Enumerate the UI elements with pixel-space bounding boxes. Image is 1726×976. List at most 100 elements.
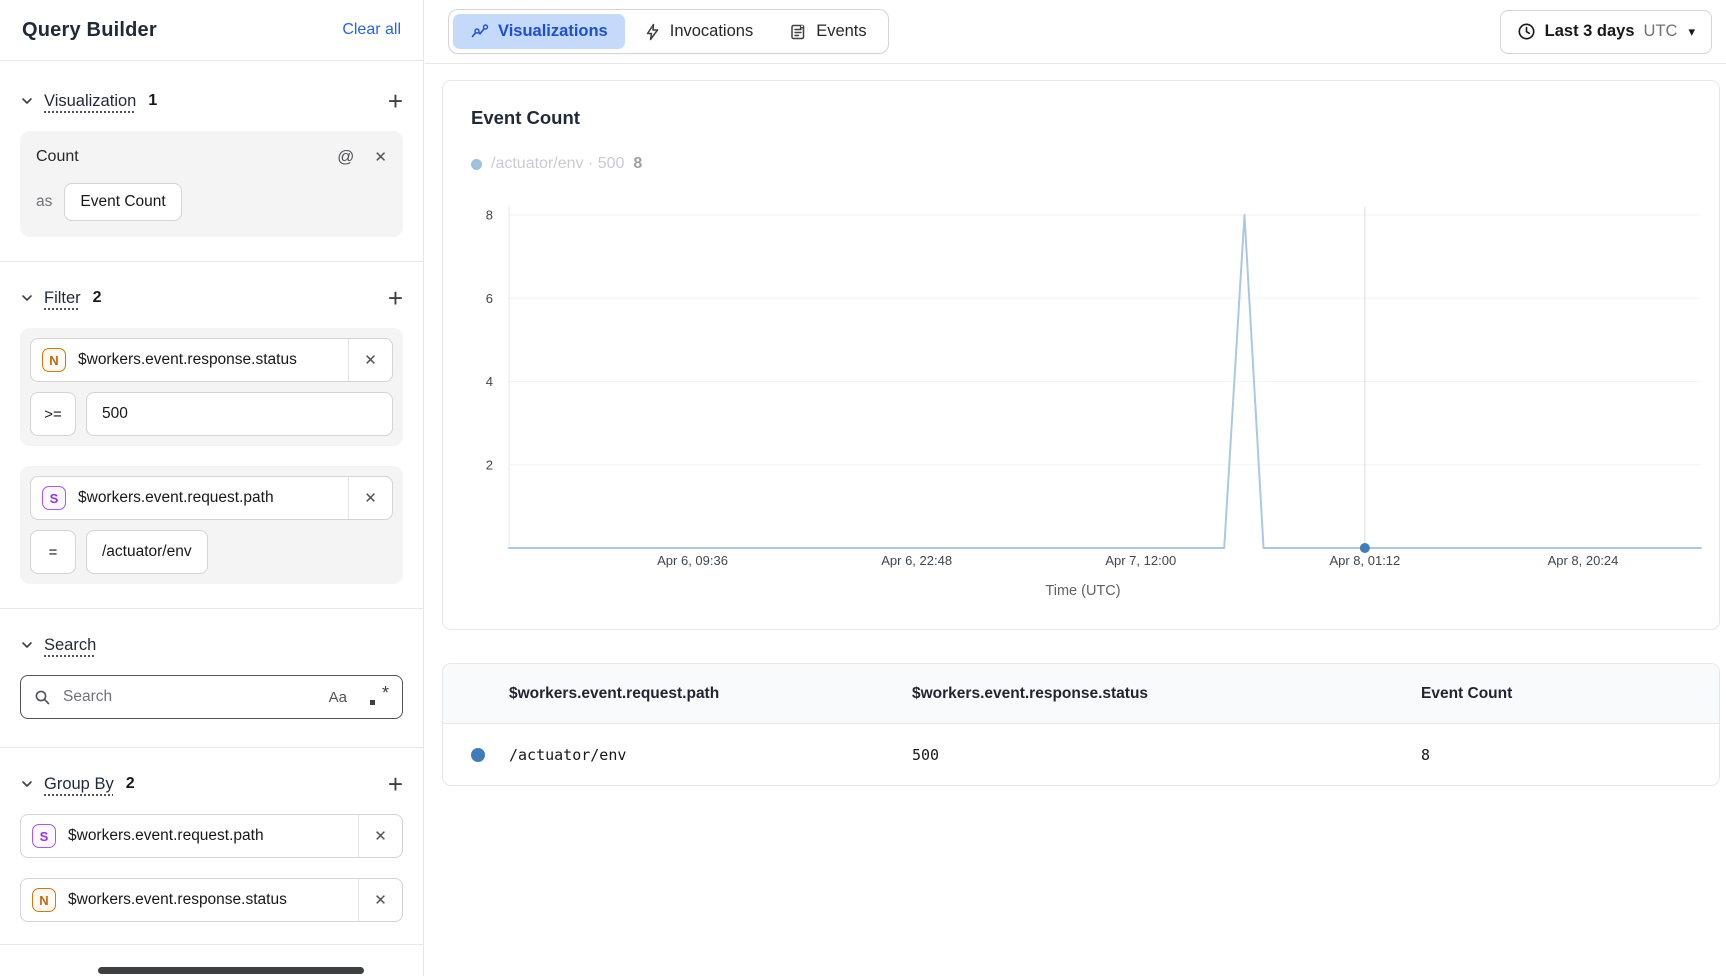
main-panel: Visualizations Invocations Events (425, 0, 1726, 976)
filter-value-input[interactable]: 500 (86, 392, 393, 436)
svg-text:Time (UTC): Time (UTC) (1045, 583, 1120, 599)
legend-series-value: 8 (633, 155, 642, 173)
close-icon: ✕ (364, 351, 377, 369)
number-type-badge: N (32, 888, 56, 912)
divider (0, 944, 423, 945)
tab-label: Events (816, 22, 866, 41)
time-range-label: Last 3 days (1545, 22, 1635, 41)
table-header-row: $workers.event.request.path $workers.eve… (443, 664, 1719, 724)
caret-down-icon: ▾ (1688, 24, 1695, 40)
search-icon (34, 689, 51, 706)
clear-all-button[interactable]: Clear all (342, 21, 401, 39)
column-header: Event Count (1421, 685, 1719, 703)
cell-event-count: 8 (1421, 746, 1719, 764)
table-row[interactable]: /actuator/env 500 8 (443, 724, 1719, 785)
clock-icon (1517, 22, 1536, 41)
page-title: Query Builder (22, 19, 157, 42)
visualization-section-label[interactable]: Visualization (44, 92, 136, 111)
remove-group-by-button[interactable]: ✕ (358, 815, 402, 857)
series-color-dot (471, 748, 485, 762)
chart-card: Event Count /actuator/env · 500 8 2 4 6 8 Ap… (442, 80, 1720, 630)
add-visualization-button[interactable]: + (388, 91, 403, 111)
group-by-section-label[interactable]: Group By (44, 775, 114, 794)
match-case-toggle[interactable]: Aa (329, 689, 347, 706)
visualization-section: Visualization 1 + Count @ ✕ as Event Cou… (0, 61, 423, 261)
filter-item: N $workers.event.response.status ✕ >= 50… (20, 328, 403, 446)
group-by-count: 2 (126, 775, 135, 793)
time-range-button[interactable]: Last 3 days UTC ▾ (1500, 10, 1712, 54)
regex-toggle[interactable]: * (369, 686, 389, 708)
legend-series-name: /actuator/env · 500 (491, 155, 624, 173)
group-by-field-input[interactable]: $workers.event.response.status (68, 891, 358, 909)
close-icon: ✕ (364, 489, 377, 507)
results-table: $workers.event.request.path $workers.eve… (442, 663, 1720, 786)
regex-square-glyph (370, 700, 375, 705)
search-input[interactable] (61, 687, 319, 707)
string-type-badge: S (32, 824, 56, 848)
visualization-count: 1 (148, 92, 157, 110)
event-log-icon (789, 23, 807, 41)
cell-request-path: /actuator/env (443, 746, 912, 764)
search-section-label[interactable]: Search (44, 636, 96, 655)
filter-field-input[interactable]: $workers.event.request.path (78, 489, 348, 507)
svg-text:2: 2 (486, 457, 493, 472)
filter-count: 2 (93, 289, 102, 307)
legend-item[interactable]: /actuator/env · 500 8 (471, 155, 1719, 173)
top-bar: Visualizations Invocations Events (425, 0, 1726, 64)
group-by-item: N $workers.event.response.status ✕ (20, 878, 403, 922)
filter-operator-select[interactable]: = (30, 530, 76, 574)
group-by-section: Group By 2 + S $workers.event.request.pa… (0, 748, 423, 944)
column-header: $workers.event.response.status (912, 685, 1421, 703)
filter-value-input[interactable]: /actuator/env (86, 530, 208, 574)
svg-text:6: 6 (486, 291, 493, 306)
alias-at-icon[interactable]: @ (337, 147, 354, 167)
add-filter-button[interactable]: + (388, 288, 403, 308)
svg-text:Apr 7, 12:00: Apr 7, 12:00 (1105, 553, 1176, 568)
time-range-timezone: UTC (1644, 22, 1678, 41)
svg-text:Apr 8, 01:12: Apr 8, 01:12 (1329, 553, 1400, 568)
filter-item: S $workers.event.request.path ✕ = /actua… (20, 466, 403, 584)
view-tab-group: Visualizations Invocations Events (448, 9, 889, 54)
tab-label: Visualizations (498, 22, 608, 41)
filter-operator-select[interactable]: >= (30, 392, 76, 436)
chart-title: Event Count (443, 81, 1719, 129)
number-type-badge: N (42, 348, 66, 372)
query-builder-sidebar: Query Builder Clear all Visualization 1 … (0, 0, 424, 976)
chevron-down-icon[interactable] (20, 94, 34, 108)
cell-response-status: 500 (912, 746, 1421, 764)
svg-text:4: 4 (486, 374, 493, 389)
tab-visualizations[interactable]: Visualizations (453, 14, 625, 49)
tab-events[interactable]: Events (772, 14, 883, 49)
regex-star-glyph: * (382, 683, 389, 704)
group-by-field-input[interactable]: $workers.event.request.path (68, 827, 358, 845)
column-header: $workers.event.request.path (443, 685, 912, 703)
remove-group-by-button[interactable]: ✕ (358, 879, 402, 921)
filter-field-input[interactable]: $workers.event.response.status (78, 351, 348, 369)
as-label: as (36, 193, 52, 211)
horizontal-scrollbar-thumb[interactable] (98, 967, 364, 974)
search-box: Aa * (20, 675, 403, 719)
event-count-line-chart[interactable]: 2 4 6 8 Apr 6, 09:36 Apr 6, 22:48 Apr 7, 12:00… (443, 197, 1722, 617)
sidebar-header: Query Builder Clear all (0, 0, 423, 61)
chevron-down-icon[interactable] (20, 291, 34, 305)
lightning-bolt-icon (644, 23, 661, 41)
visualization-alias-input[interactable]: Event Count (64, 183, 181, 221)
line-chart-icon (470, 23, 489, 40)
close-icon: ✕ (374, 891, 387, 909)
chevron-down-icon[interactable] (20, 777, 34, 791)
remove-visualization-icon[interactable]: ✕ (374, 148, 387, 166)
legend-dot (471, 159, 482, 170)
search-section: Search Aa * (0, 609, 423, 747)
close-icon: ✕ (374, 827, 387, 845)
chevron-down-icon[interactable] (20, 638, 34, 652)
tab-invocations[interactable]: Invocations (627, 14, 770, 49)
remove-filter-button[interactable]: ✕ (348, 339, 392, 381)
svg-text:8: 8 (486, 208, 493, 223)
svg-text:Apr 6, 09:36: Apr 6, 09:36 (657, 553, 728, 568)
visualization-function[interactable]: Count (36, 148, 79, 166)
remove-filter-button[interactable]: ✕ (348, 477, 392, 519)
filter-section-label[interactable]: Filter (44, 289, 81, 308)
filter-section: Filter 2 + N $workers.event.response.sta… (0, 262, 423, 608)
svg-text:Apr 6, 22:48: Apr 6, 22:48 (881, 553, 952, 568)
add-group-by-button[interactable]: + (388, 774, 403, 794)
